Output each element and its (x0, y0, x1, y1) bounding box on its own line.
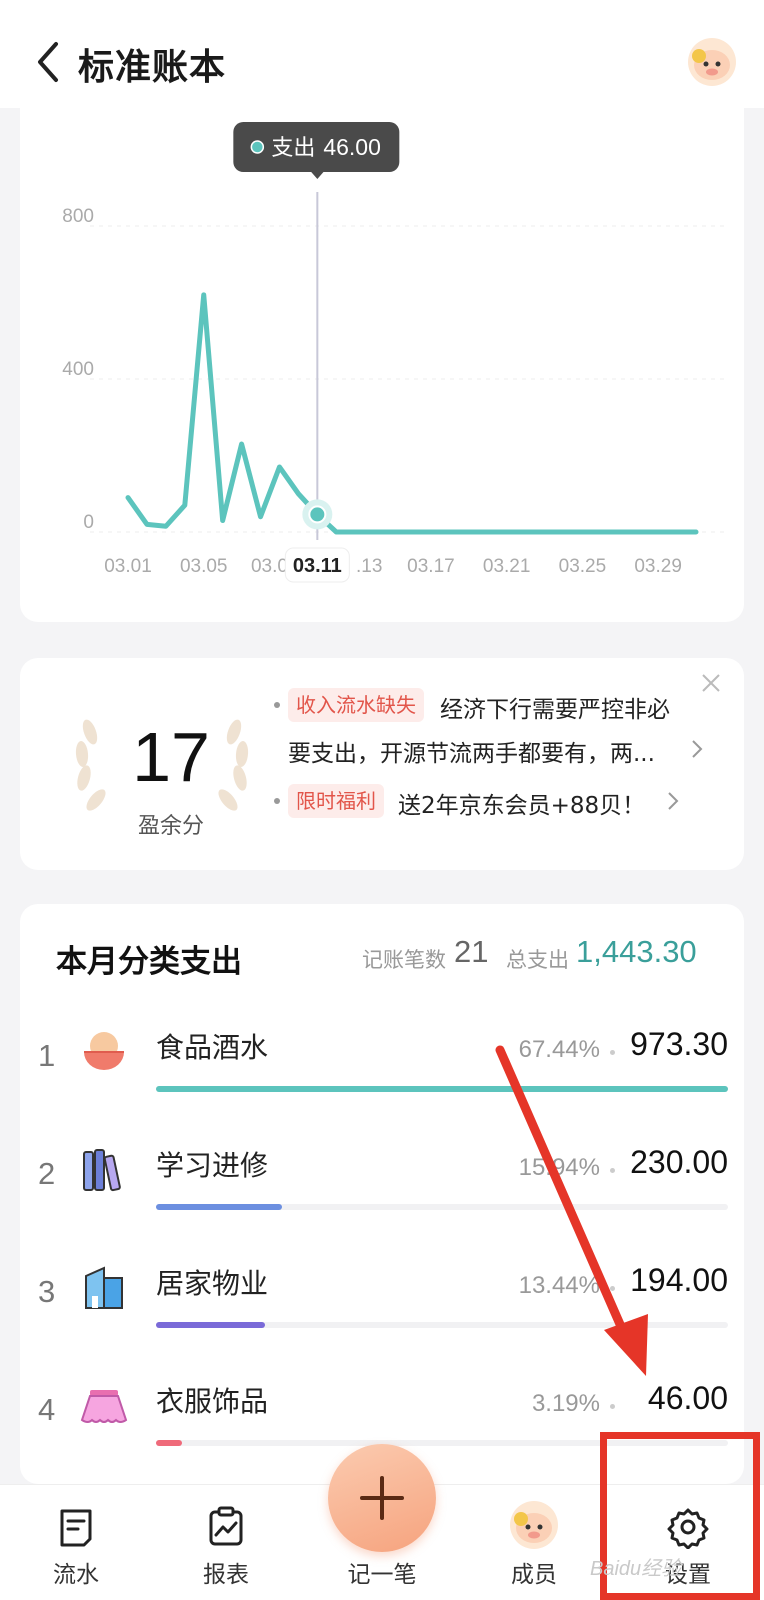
nav-tab-settings[interactable]: 设置 (628, 1485, 748, 1600)
y-tick-label: 400 (62, 359, 94, 380)
member-avatar-icon (510, 1501, 558, 1549)
category-percent: 15.94% (518, 1154, 600, 1181)
mascot-avatar-icon[interactable] (686, 36, 738, 88)
category-amount: 230.00 (630, 1144, 728, 1180)
category-percent: 67.44% (518, 1036, 600, 1063)
tooltip-pointer (310, 171, 325, 179)
chevron-right-icon[interactable] (690, 738, 704, 760)
tooltip-legend-dot (250, 140, 265, 154)
page-title: 标准账本 (78, 47, 227, 88)
category-progress-track (156, 1322, 728, 1328)
nav-label: 流水 (53, 1562, 99, 1588)
category-progress-fill (156, 1322, 265, 1328)
ledger-icon (60, 1509, 92, 1547)
plus-icon (360, 1476, 404, 1520)
category-name: 食品酒水 (156, 1031, 269, 1064)
selected-point (308, 505, 327, 524)
x-tick-label: 03.05 (180, 556, 228, 577)
surplus-score-card: 17 盈余分 收入流水缺失 经济下行需要严控非必 要支出，开源节流两手都要有，两… (20, 658, 744, 870)
series-line (125, 292, 699, 535)
nav-label: 记一笔 (347, 1562, 417, 1588)
category-percent: 13.44% (518, 1272, 600, 1299)
building-icon (85, 1266, 123, 1309)
food-bowl-icon (84, 1032, 124, 1070)
top-bar: 标准账本 (0, 0, 764, 108)
y-tick-label: 800 (62, 206, 94, 227)
category-name: 居家物业 (156, 1267, 269, 1300)
record-count-value: 21 (454, 934, 489, 969)
category-rank: 4 (38, 1392, 56, 1427)
y-tick-label: 0 (83, 512, 94, 533)
skirt-icon (80, 1390, 128, 1423)
x-tick-label: 03.29 (634, 556, 682, 577)
category-percent: 3.19% (531, 1390, 600, 1417)
category-rank: 2 (38, 1156, 56, 1191)
category-progress-track (156, 1086, 728, 1092)
category-progress-fill (156, 1086, 728, 1092)
category-name: 衣服饰品 (156, 1385, 269, 1418)
books-icon (83, 1149, 121, 1192)
x-tick-label: 03.01 (104, 556, 152, 577)
x-tick-label: 03.25 (559, 556, 607, 577)
category-row[interactable]: 3 居家物业 13.44% 194.00 (20, 1250, 744, 1350)
nav-tab-members[interactable]: 成员 (474, 1485, 594, 1600)
tooltip-label: 支出 (271, 136, 315, 161)
notice-tag-income-missing: 收入流水缺失 (288, 688, 424, 722)
category-row[interactable]: 1 食品酒水 67.44% 973.30 (20, 1014, 744, 1114)
category-row[interactable]: 2 学习进修 15.94% 230.00 (20, 1132, 744, 1232)
x-tick-label: 03.17 (407, 556, 455, 577)
add-record-button[interactable] (328, 1444, 436, 1552)
category-progress-track (156, 1440, 728, 1446)
surplus-score-label: 盈余分 (137, 814, 204, 839)
nav-tab-reports[interactable]: 报表 (166, 1485, 286, 1600)
tooltip-value: 46.00 (323, 134, 381, 160)
line-chart[interactable]: 0 400 800 支出 46.00 03.01 03.05 03.0 03.11 .13 03.1… (20, 108, 744, 622)
notice-text-line1[interactable]: 经济下行需要严控非必 (440, 690, 670, 724)
close-icon[interactable] (700, 672, 722, 694)
category-amount: 46.00 (647, 1380, 728, 1416)
x-tick-label: 03.21 (483, 556, 531, 577)
monthly-category-expense-card: 本月分类支出 记账笔数 21 总支出 1,443.30 1 食品酒水 67.44% 9… (20, 904, 744, 1484)
section-title: 本月分类支出 (56, 944, 242, 980)
gear-icon (667, 1508, 709, 1549)
category-progress-fill (156, 1440, 182, 1446)
back-arrow-icon[interactable] (34, 40, 64, 84)
nav-label: 报表 (203, 1562, 249, 1588)
notice-tag-limited-offer: 限时福利 (288, 784, 384, 818)
record-count-label: 记账笔数 (362, 948, 446, 972)
expense-trend-chart: 0 400 800 支出 46.00 03.01 03.05 03.0 03.11 .13 03.1… (20, 108, 744, 622)
category-rank: 1 (38, 1038, 56, 1073)
notice-text-offer[interactable]: 送2年京东会员+88贝！ (398, 786, 645, 820)
category-progress-track (156, 1204, 728, 1210)
chevron-right-icon[interactable] (666, 790, 680, 812)
category-rank: 3 (38, 1274, 56, 1309)
x-tick-label: 03.11 (293, 555, 342, 577)
notice-text-line2[interactable]: 要支出，开源节流两手都要有，两... (288, 734, 655, 768)
x-tick-label: .13 (356, 556, 382, 577)
watermark-text: Baidu经验 (590, 1558, 682, 1580)
nav-label: 成员 (511, 1562, 557, 1588)
bullet-dot (274, 702, 280, 708)
nav-tab-transactions[interactable]: 流水 (16, 1485, 136, 1600)
surplus-score-value: 17 (132, 718, 210, 796)
category-progress-fill (156, 1204, 282, 1210)
bullet-dot (274, 798, 280, 804)
total-expense-value: 1,443.30 (576, 934, 697, 969)
category-name: 学习进修 (156, 1149, 269, 1182)
total-expense-label: 总支出 (506, 948, 569, 972)
category-amount: 973.30 (630, 1026, 728, 1062)
report-icon (209, 1506, 243, 1546)
x-tick-label: 03.0 (251, 556, 288, 577)
category-amount: 194.00 (630, 1262, 728, 1298)
